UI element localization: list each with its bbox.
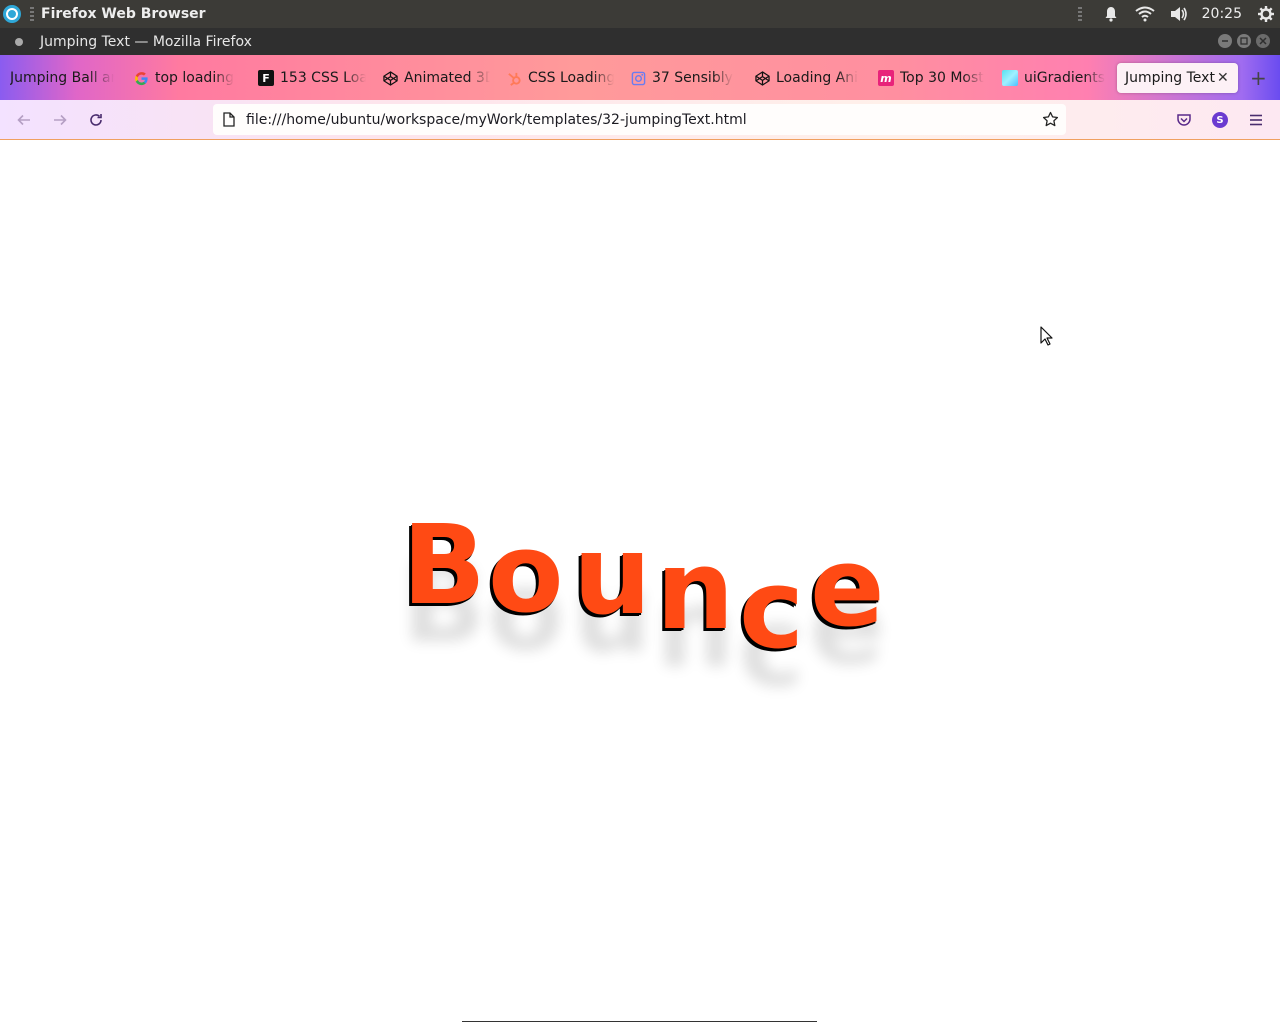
bounce-letter: e bbox=[810, 523, 885, 651]
maximize-button[interactable] bbox=[1237, 34, 1251, 48]
window-controls bbox=[1218, 34, 1270, 48]
account-avatar[interactable]: S bbox=[1210, 110, 1230, 130]
settings-gear-icon[interactable] bbox=[1252, 0, 1280, 28]
bounce-word: B o u n c e bbox=[0, 140, 1280, 1024]
tab-label: Animated 3D bbox=[404, 70, 490, 86]
active-app-name[interactable]: Firefox Web Browser bbox=[41, 6, 206, 22]
grip-icon bbox=[30, 7, 34, 21]
blog-icon bbox=[630, 70, 646, 86]
os-top-bar: Firefox Web Browser 20:25 bbox=[0, 0, 1280, 28]
hubspot-icon bbox=[506, 70, 522, 86]
page-document-icon bbox=[222, 112, 236, 131]
codepen-icon bbox=[754, 70, 770, 86]
bounce-letter: n bbox=[656, 526, 735, 654]
volume-icon[interactable] bbox=[1162, 0, 1196, 28]
tab-label: 37 Sensibly bbox=[652, 70, 733, 86]
window-menu-icon[interactable] bbox=[15, 37, 23, 46]
page-content: B o u n c e bbox=[0, 140, 1280, 1024]
tab-label: Jumping Text bbox=[1125, 70, 1215, 86]
window-title-bar[interactable]: Jumping Text — Mozilla Firefox bbox=[0, 28, 1280, 55]
bounce-letter: B bbox=[402, 501, 486, 629]
grip-icon bbox=[1077, 7, 1082, 21]
bounce-letter: u bbox=[573, 511, 652, 639]
tab-jumping-text[interactable]: Jumping Text ✕ bbox=[1117, 63, 1238, 93]
clock[interactable]: 20:25 bbox=[1202, 6, 1242, 22]
hamburger-menu-icon[interactable] bbox=[1246, 110, 1266, 130]
pocket-icon[interactable] bbox=[1174, 110, 1194, 130]
navigation-toolbar: file:///home/ubuntu/workspace/myWork/tem… bbox=[0, 100, 1280, 140]
tab-top-loading[interactable]: top loading bbox=[133, 63, 243, 93]
avatar-initial: S bbox=[1212, 112, 1228, 128]
bounce-letter: o bbox=[488, 509, 564, 637]
bottom-divider bbox=[462, 1021, 817, 1022]
reload-icon[interactable] bbox=[86, 110, 106, 130]
freefrontend-icon: F bbox=[258, 70, 274, 86]
codepen-icon bbox=[382, 70, 398, 86]
tab-css-loading[interactable]: CSS Loading bbox=[506, 63, 614, 93]
mouse-pointer-icon bbox=[1040, 326, 1054, 350]
url-bar[interactable]: file:///home/ubuntu/workspace/myWork/tem… bbox=[213, 104, 1066, 135]
tab-strip: Jumping Ball an top loading F 153 CSS Lo… bbox=[0, 55, 1280, 100]
tab-loading-animation[interactable]: Loading Ani bbox=[754, 63, 862, 93]
close-tab-icon[interactable]: ✕ bbox=[1217, 70, 1229, 86]
close-window-button[interactable] bbox=[1256, 34, 1270, 48]
bookmark-star-icon[interactable] bbox=[1042, 111, 1059, 132]
tab-label: Loading Ani bbox=[776, 70, 859, 86]
tab-label: Top 30 Most bbox=[900, 70, 984, 86]
m-icon: m bbox=[878, 70, 894, 86]
tab-uigradients[interactable]: uiGradients bbox=[1002, 63, 1106, 93]
tab-label: CSS Loading bbox=[528, 70, 614, 86]
window-title: Jumping Text — Mozilla Firefox bbox=[40, 33, 252, 50]
tab-label: uiGradients bbox=[1024, 70, 1105, 86]
minimize-button[interactable] bbox=[1218, 34, 1232, 48]
ubuntu-logo-icon[interactable] bbox=[3, 5, 21, 23]
bell-icon[interactable] bbox=[1094, 0, 1128, 28]
google-icon bbox=[133, 70, 149, 86]
bounce-letter: c bbox=[739, 545, 805, 673]
tab-label: 153 CSS Loa bbox=[280, 70, 366, 86]
forward-arrow-icon[interactable] bbox=[50, 110, 70, 130]
back-arrow-icon[interactable] bbox=[14, 110, 34, 130]
tab-top-30[interactable]: m Top 30 Most bbox=[878, 63, 984, 93]
new-tab-button[interactable]: + bbox=[1250, 63, 1280, 93]
wifi-icon[interactable] bbox=[1128, 0, 1162, 28]
tab-jumping-ball[interactable]: Jumping Ball an bbox=[10, 63, 114, 93]
tab-animated-3d[interactable]: Animated 3D bbox=[382, 63, 490, 93]
tab-37-sensibly[interactable]: 37 Sensibly bbox=[630, 63, 738, 93]
tab-label: Jumping Ball an bbox=[10, 70, 114, 86]
gradient-icon bbox=[1002, 70, 1018, 86]
tab-153-css[interactable]: F 153 CSS Loa bbox=[258, 63, 366, 93]
system-tray: 20:25 bbox=[1077, 0, 1280, 28]
url-text: file:///home/ubuntu/workspace/myWork/tem… bbox=[246, 111, 747, 128]
tab-label: top loading bbox=[155, 70, 234, 86]
